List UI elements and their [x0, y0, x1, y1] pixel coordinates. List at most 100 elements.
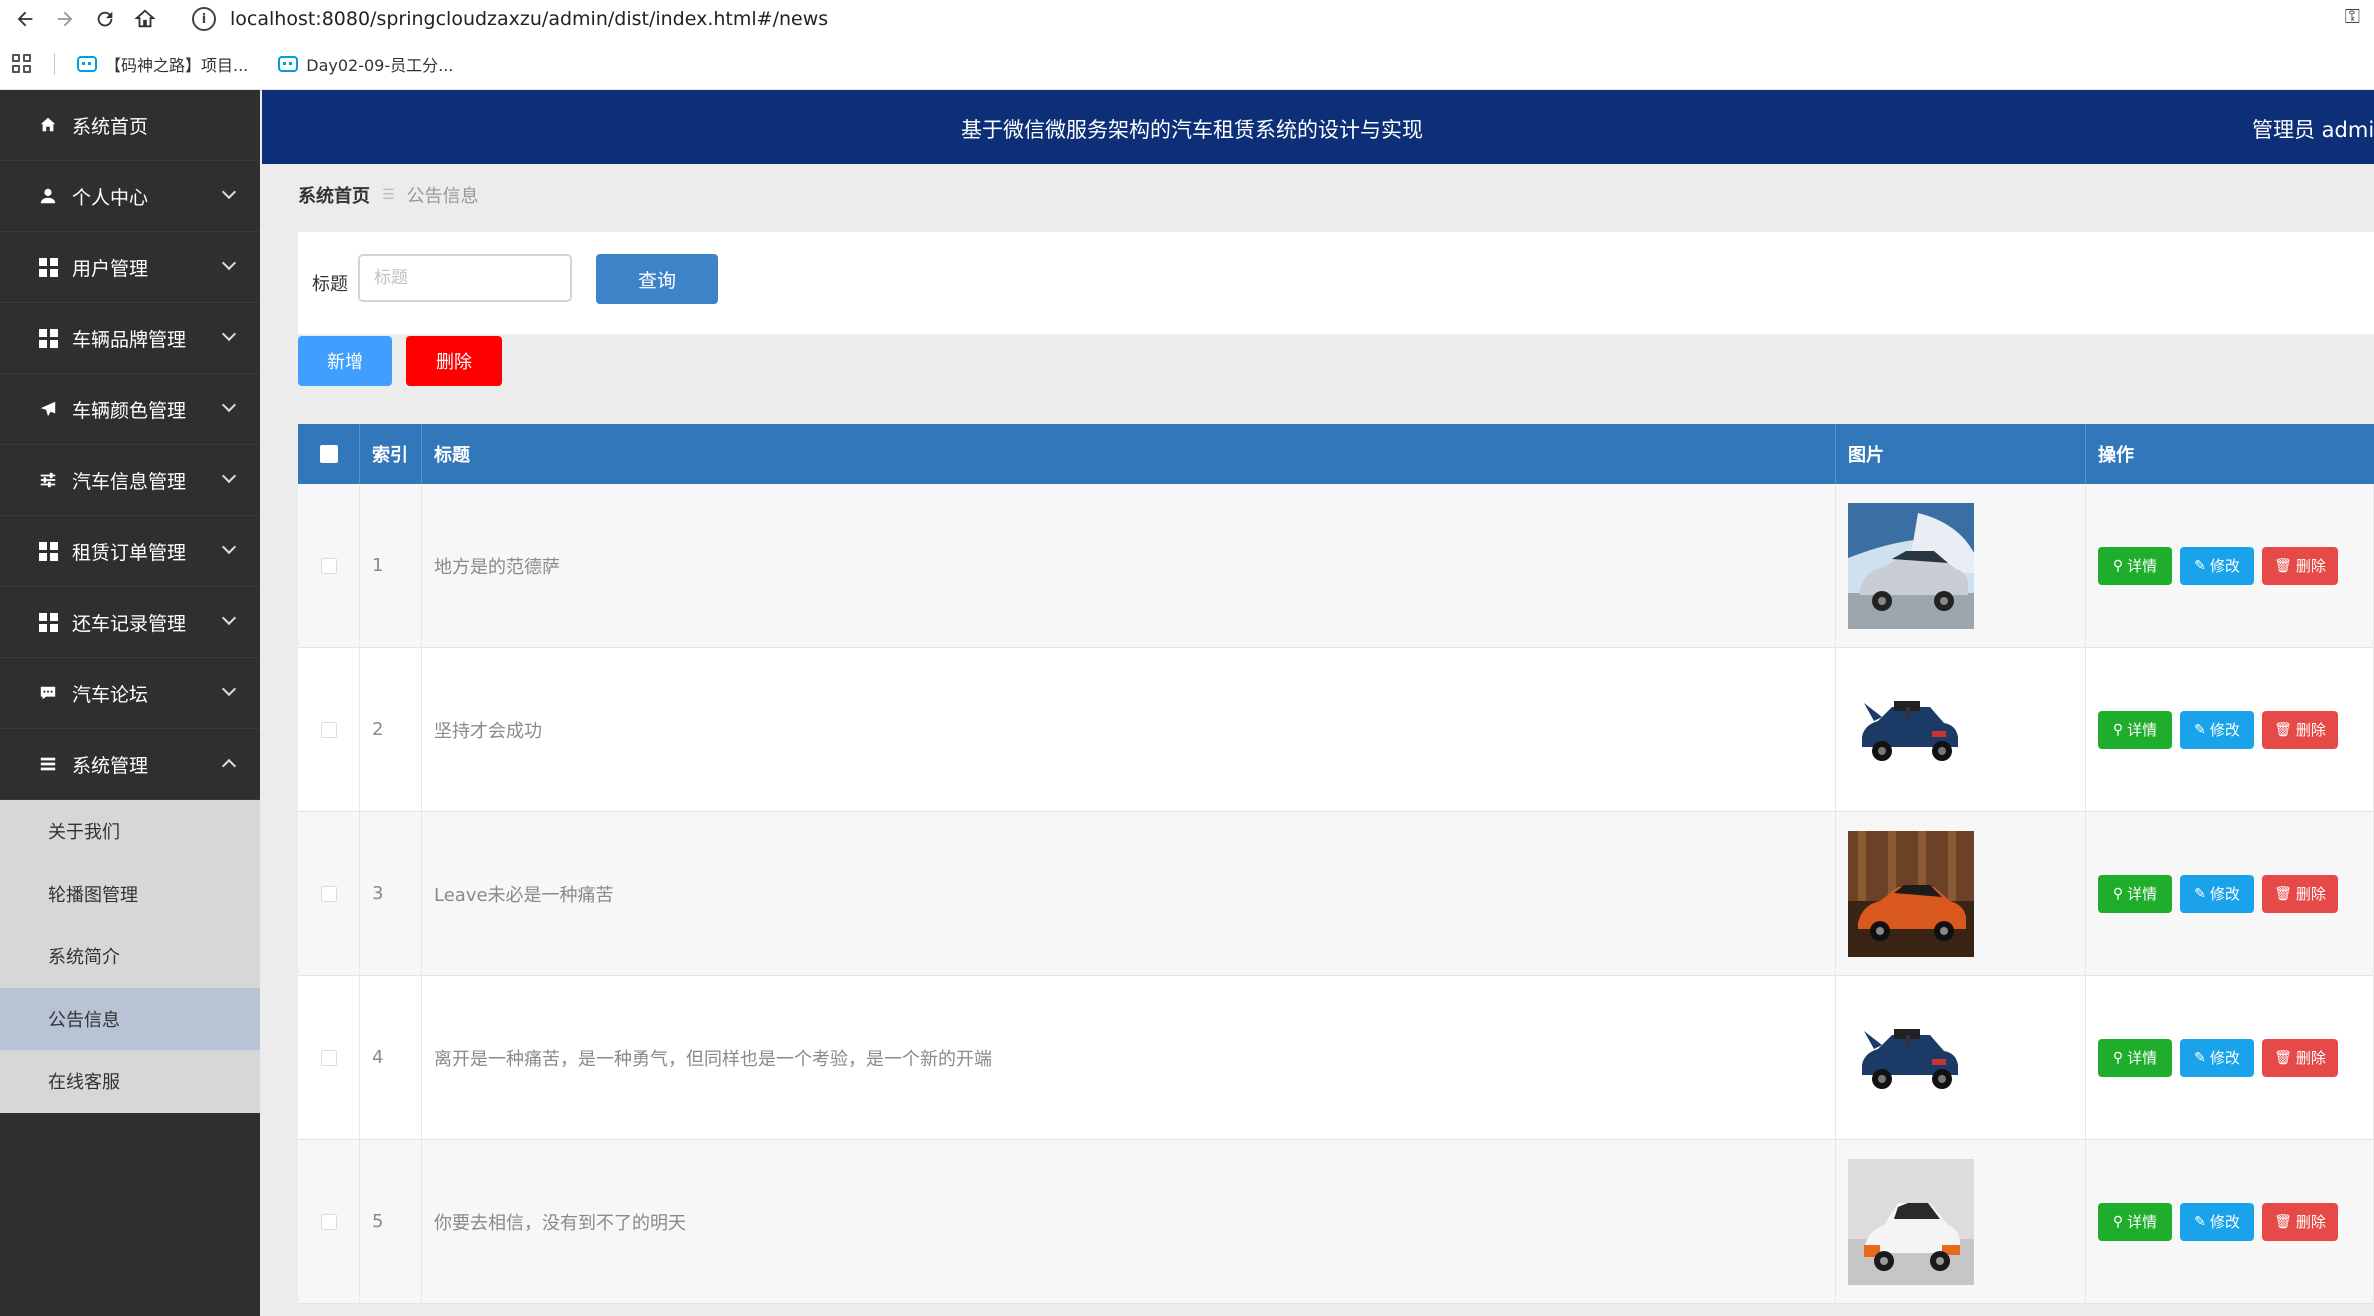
bookmark-item[interactable]: Day02-09-员工分...: [278, 52, 453, 76]
row-title: 离开是一种痛苦，是一种勇气，但同样也是一个考验，是一个新的开端: [422, 976, 1836, 1139]
delete-button[interactable]: 🗑 删除: [2262, 710, 2338, 749]
chevron-down-icon: [221, 184, 237, 200]
batch-delete-button[interactable]: 删除: [406, 336, 502, 386]
row-checkbox[interactable]: [320, 885, 337, 902]
forward-icon[interactable]: [50, 4, 80, 34]
sidebar-item-return-records[interactable]: 还车记录管理: [0, 587, 260, 658]
sidebar-subitem-about[interactable]: 关于我们: [0, 800, 260, 863]
row-index: 2: [360, 648, 422, 811]
row-select[interactable]: [298, 812, 360, 975]
select-all-checkbox[interactable]: [319, 445, 338, 463]
detail-label: 详情: [2127, 1050, 2158, 1067]
row-index: 5: [360, 1140, 422, 1303]
url-text[interactable]: localhost:8080/springcloudzaxzu/admin/di…: [230, 8, 828, 30]
edit-button[interactable]: ✎ 修改: [2180, 546, 2254, 585]
edit-icon: ✎: [2194, 721, 2206, 737]
address-bar[interactable]: i localhost:8080/springcloudzaxzu/admin/…: [192, 2, 2374, 36]
sidebar-item-label: 汽车信息管理: [72, 470, 187, 493]
delete-button[interactable]: 🗑 删除: [2262, 1202, 2338, 1241]
breadcrumb-current: 公告信息: [406, 186, 479, 207]
password-key-icon[interactable]: ⚿: [2345, 4, 2360, 28]
detail-button[interactable]: ⚲ 详情: [2098, 1038, 2172, 1077]
row-image: [1836, 648, 2086, 811]
apps-grid-icon[interactable]: [12, 53, 32, 74]
chevron-down-icon: [221, 468, 237, 484]
sidebar-item-personal-center[interactable]: 个人中心: [0, 161, 260, 232]
row-select[interactable]: [298, 1140, 360, 1303]
breadcrumb-home[interactable]: 系统首页: [298, 182, 370, 208]
row-checkbox[interactable]: [320, 1213, 337, 1230]
delete-label: 删除: [2295, 558, 2326, 575]
row-image: [1836, 484, 2086, 647]
sidebar-subitem-customer-service[interactable]: 在线客服: [0, 1050, 260, 1113]
delete-button[interactable]: 🗑 删除: [2262, 1038, 2338, 1077]
detail-button[interactable]: ⚲ 详情: [2098, 874, 2172, 913]
row-title: 地方是的范德萨: [422, 484, 1836, 647]
table-row: 1 地方是的范德萨 ⚲ 详情 ✎ 修改 🗑 删除: [298, 484, 2374, 648]
row-select[interactable]: [298, 648, 360, 811]
home-page-icon[interactable]: [130, 4, 160, 34]
search-icon: ⚲: [2112, 1213, 2124, 1229]
bookmark-label: 【码神之路】项目...: [105, 55, 249, 75]
back-icon[interactable]: [10, 4, 40, 34]
detail-button[interactable]: ⚲ 详情: [2098, 546, 2172, 585]
paper-plane-icon: [38, 399, 58, 419]
row-actions: ⚲ 详情 ✎ 修改 🗑 删除: [2086, 484, 2374, 647]
chevron-down-icon: [221, 681, 237, 697]
edit-button[interactable]: ✎ 修改: [2180, 1202, 2254, 1241]
header-image: 图片: [1836, 424, 2086, 484]
detail-button[interactable]: ⚲ 详情: [2098, 1202, 2172, 1241]
row-select[interactable]: [298, 484, 360, 647]
edit-icon: ✎: [2194, 885, 2206, 901]
delete-label: 删除: [2295, 886, 2326, 903]
sidebar-subitem-announcements[interactable]: 公告信息: [0, 987, 260, 1050]
edit-button[interactable]: ✎ 修改: [2180, 874, 2254, 913]
edit-icon: ✎: [2194, 557, 2206, 573]
sidebar-item-label: 汽车论坛: [72, 683, 149, 706]
search-title-input[interactable]: [358, 254, 572, 302]
edit-button[interactable]: ✎ 修改: [2180, 710, 2254, 749]
news-table: 索引 标题 图片 操作 1 地方是的范德萨 ⚲ 详情 ✎ 修改 🗑 删除 2 坚持才会…: [298, 424, 2374, 1304]
edit-button[interactable]: ✎ 修改: [2180, 1038, 2254, 1077]
delete-button[interactable]: 🗑 删除: [2262, 546, 2338, 585]
detail-button[interactable]: ⚲ 详情: [2098, 710, 2172, 749]
site-info-icon[interactable]: i: [192, 7, 216, 31]
user-icon: [38, 186, 58, 206]
edit-icon: ✎: [2194, 1049, 2206, 1065]
bilibili-icon: [77, 55, 97, 72]
detail-label: 详情: [2127, 886, 2158, 903]
detail-label: 详情: [2127, 558, 2158, 575]
detail-label: 详情: [2127, 722, 2158, 739]
add-button[interactable]: 新增: [298, 336, 392, 386]
delete-label: 删除: [2295, 1214, 2326, 1231]
reload-icon[interactable]: [90, 4, 120, 34]
grid-icon: [38, 328, 58, 348]
search-icon: ⚲: [2112, 1049, 2124, 1065]
row-index: 1: [360, 484, 422, 647]
search-button[interactable]: 查询: [596, 254, 718, 304]
search-label: 标题: [312, 274, 348, 295]
row-checkbox[interactable]: [320, 557, 337, 574]
row-select[interactable]: [298, 976, 360, 1139]
detail-label: 详情: [2127, 1214, 2158, 1231]
sidebar-item-system-management[interactable]: 系统管理: [0, 729, 260, 800]
row-checkbox[interactable]: [320, 1049, 337, 1066]
sidebar-item-brand-management[interactable]: 车辆品牌管理: [0, 303, 260, 374]
sidebar-item-rental-orders[interactable]: 租赁订单管理: [0, 516, 260, 587]
sidebar-item-home[interactable]: 系统首页: [0, 90, 260, 161]
sidebar-item-user-management[interactable]: 用户管理: [0, 232, 260, 303]
sidebar-subitem-intro[interactable]: 系统简介: [0, 925, 260, 988]
user-menu[interactable]: 管理员 admin: [2252, 114, 2374, 144]
bookmark-item[interactable]: 【码神之路】项目...: [77, 52, 248, 76]
sidebar-subitem-carousel[interactable]: 轮播图管理: [0, 863, 260, 926]
row-checkbox[interactable]: [320, 721, 337, 738]
sidebar-item-car-forum[interactable]: 汽车论坛: [0, 658, 260, 729]
row-index: 3: [360, 812, 422, 975]
edit-label: 修改: [2209, 1050, 2240, 1067]
breadcrumb: 系统首页 ☰ 公告信息: [298, 182, 479, 208]
sidebar-item-car-info[interactable]: 汽车信息管理: [0, 445, 260, 516]
search-icon: ⚲: [2112, 721, 2124, 737]
delete-button[interactable]: 🗑 删除: [2262, 874, 2338, 913]
header-select-all[interactable]: [298, 424, 360, 484]
sidebar-item-color-management[interactable]: 车辆颜色管理: [0, 374, 260, 445]
